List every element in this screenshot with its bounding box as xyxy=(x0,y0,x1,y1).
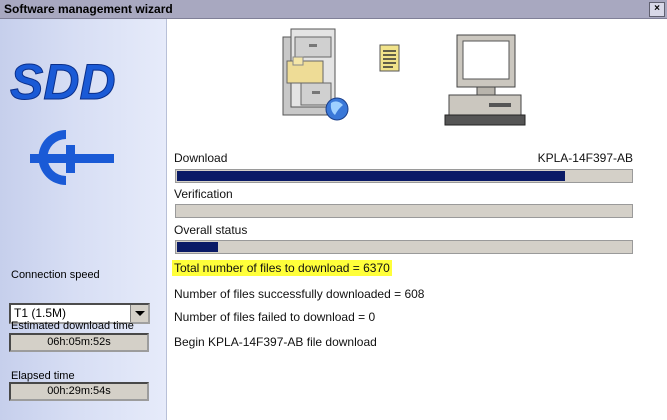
connection-speed-value: T1 (1.5M) xyxy=(14,306,67,320)
download-progress-fill xyxy=(177,171,565,181)
elapsed-time-value: 00h:29m:54s xyxy=(9,382,149,401)
logo-symbol xyxy=(30,130,114,186)
sdd-logo: SDD xyxy=(10,55,116,186)
window-title: Software management wizard xyxy=(4,2,173,16)
overall-progress-bar xyxy=(175,240,633,254)
verification-label: Verification xyxy=(174,187,233,201)
sdd-logo-text: SDD xyxy=(10,55,116,110)
current-action-text: Begin KPLA-14F397-AB file download xyxy=(174,335,377,349)
overall-progress-fill xyxy=(177,242,219,252)
estimated-time-value: 06h:05m:52s xyxy=(9,333,149,352)
estimated-time-label: Estimated download time xyxy=(11,320,134,332)
window-titlebar[interactable]: Software management wizard × xyxy=(0,0,667,19)
connection-speed-label: Connection speed xyxy=(11,269,100,281)
verification-progress-bar xyxy=(175,204,633,218)
failed-files-text: Number of files failed to download = 0 xyxy=(174,310,376,324)
sidebar: SDD Connection speed T1 (1.5M) Estimated… xyxy=(0,19,167,420)
download-file-name: KPLA-14F397-AB xyxy=(537,151,633,165)
download-progress-bar xyxy=(175,169,633,183)
computer-icon xyxy=(444,34,526,126)
download-label: Download xyxy=(174,151,228,165)
overall-status-label: Overall status xyxy=(174,223,248,237)
document-icon xyxy=(379,44,400,72)
main-panel: Download KPLA-14F397-AB Verification Ove… xyxy=(167,19,667,420)
success-files-text: Number of files successfully downloaded … xyxy=(174,287,425,301)
file-server-icon xyxy=(282,28,349,121)
close-button[interactable]: × xyxy=(649,2,665,17)
total-files-text: Total number of files to download = 6370 xyxy=(172,260,392,276)
elapsed-time-label: Elapsed time xyxy=(11,370,75,382)
highlighted-total: Total number of files to download = 6370 xyxy=(172,260,392,276)
